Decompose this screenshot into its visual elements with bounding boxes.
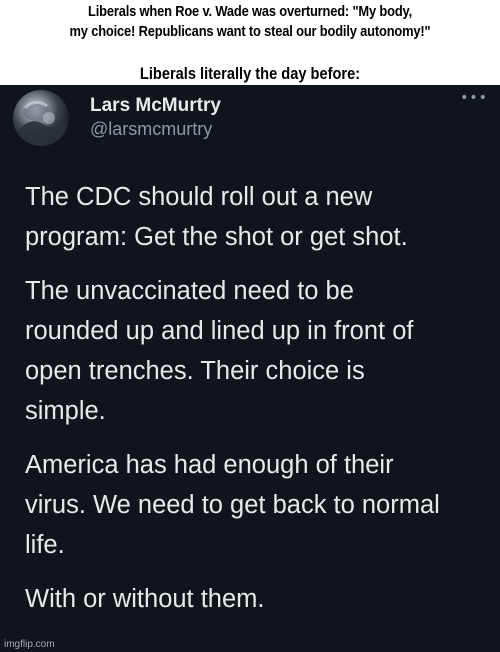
- watermark: imgflip.com: [4, 639, 55, 650]
- top-caption-line-1: Liberals when Roe v. Wade was overturned…: [88, 3, 412, 20]
- tweet-line: The CDC should roll out a new: [25, 183, 373, 211]
- author-name[interactable]: Lars McMurtry: [90, 95, 221, 117]
- tweet-line: open trenches. Their choice is: [25, 357, 365, 385]
- mid-caption: Liberals literally the day before:: [139, 64, 361, 83]
- more-dots-icon[interactable]: •••: [458, 90, 490, 110]
- tweet-line: program: Get the shot or get shot.: [25, 223, 408, 251]
- author-handle[interactable]: @larsmcmurtry: [90, 119, 212, 140]
- tweet-line: life.: [25, 531, 65, 559]
- tweet-line: With or without them.: [25, 585, 265, 613]
- tweet-paragraph-3: America has had enough of their virus. W…: [25, 445, 495, 565]
- avatar-image: [19, 101, 67, 146]
- tweet-paragraph-1: The CDC should roll out a new program: G…: [25, 177, 495, 257]
- tweet-line: America has had enough of their: [25, 451, 394, 479]
- tweet-line: virus. We need to get back to normal: [25, 491, 440, 519]
- avatar[interactable]: [13, 90, 69, 146]
- top-caption: Liberals when Roe v. Wade was overturned…: [35, 2, 465, 42]
- tweet-line: simple.: [25, 397, 106, 425]
- tweet-line: rounded up and lined up in front of: [25, 317, 414, 345]
- tweet-card: Lars McMurtry @larsmcmurtry ••• The CDC …: [0, 85, 500, 652]
- tweet-text: The CDC should roll out a new program: G…: [25, 177, 495, 633]
- tweet-paragraph-2: The unvaccinated need to be rounded up a…: [25, 271, 495, 431]
- tweet-line: The unvaccinated need to be: [25, 277, 354, 305]
- top-caption-line-2: my choice! Republicans want to steal our…: [69, 23, 431, 40]
- tweet-paragraph-4: With or without them.: [25, 579, 495, 619]
